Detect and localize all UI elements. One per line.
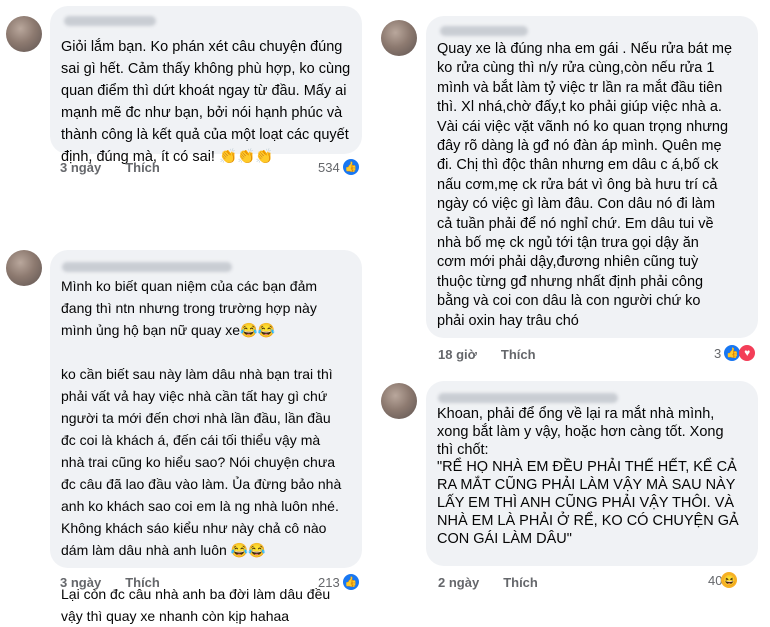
comment-time[interactable]: 18 giờ [438, 347, 477, 362]
haha-icon: 😆 [721, 572, 738, 588]
comment-bubble: Giỏi lắm bạn. Ko phán xét câu chuyện đún… [50, 6, 362, 165]
like-button[interactable]: Thích [503, 575, 538, 590]
like-icon: 👍 [724, 345, 741, 361]
avatar[interactable] [6, 250, 42, 286]
comment-actions: 18 giờ Thích [438, 347, 560, 362]
like-button[interactable]: Thích [125, 575, 160, 590]
like-button[interactable]: Thích [501, 347, 536, 362]
like-icon: 👍 [342, 159, 359, 175]
like-icon: 👍 [342, 574, 359, 590]
comment-text: Giỏi lắm bạn. Ko phán xét câu chuyện đún… [61, 39, 351, 165]
comment-time[interactable]: 3 ngày [60, 160, 101, 175]
comment-actions: 2 ngày Thích [438, 575, 562, 590]
heart-icon: ♥ [739, 345, 756, 361]
comment-bubble: Khoan, phải để ổng về lại ra mắt nhà mìn… [426, 381, 758, 566]
reaction-count: 3 [714, 345, 722, 361]
avatar[interactable] [6, 16, 42, 52]
comment-actions: 3 ngày Thích [60, 575, 184, 590]
reaction-count: 534 [318, 159, 340, 175]
avatar[interactable] [381, 383, 417, 419]
comment-text: Quay xe là đúng nha em gái . Nếu rửa bát… [437, 41, 733, 329]
reaction-summary[interactable]: 534 👍 [318, 159, 359, 175]
commenter-name[interactable] [62, 262, 232, 272]
comment-actions: 3 ngày Thích [60, 160, 184, 175]
comment-text: Khoan, phải để ổng về lại ra mắt nhà mìn… [437, 406, 739, 547]
commenter-name[interactable] [64, 16, 156, 26]
comment-bubble: Quay xe là đúng nha em gái . Nếu rửa bát… [426, 16, 758, 338]
reaction-count: 40 [708, 572, 723, 588]
commenter-name[interactable] [438, 393, 618, 403]
comment-bubble: Mình ko biết quan niệm của các bạn đảm đ… [50, 250, 362, 624]
like-button[interactable]: Thích [125, 160, 160, 175]
reaction-summary[interactable]: 40 😆 [708, 572, 738, 588]
reaction-summary[interactable]: 213 👍 [318, 574, 359, 590]
reaction-summary[interactable]: 3 👍 ♥ [714, 345, 756, 361]
comment-time[interactable]: 2 ngày [438, 575, 479, 590]
avatar[interactable] [381, 20, 417, 56]
commenter-name[interactable] [440, 26, 528, 36]
reaction-count: 213 [318, 574, 340, 590]
comment-time[interactable]: 3 ngày [60, 575, 101, 590]
